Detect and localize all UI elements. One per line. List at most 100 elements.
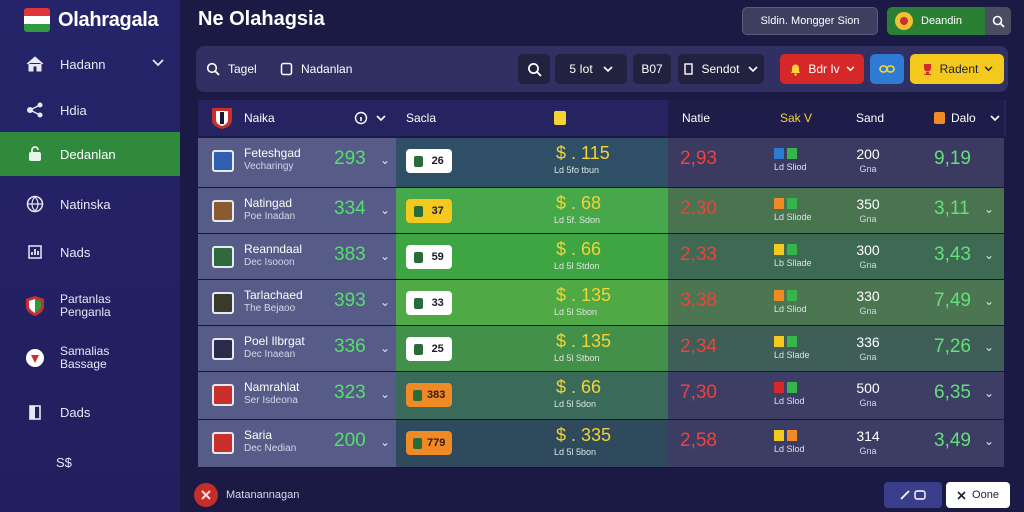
team-crest-icon [212, 292, 234, 314]
search-icon[interactable] [985, 7, 1011, 35]
chevron-down-icon [984, 66, 993, 72]
team-text: Tarlachaed The Bejaoo [244, 289, 303, 315]
chevron-down-icon[interactable]: ⌄ [984, 248, 994, 262]
sidebar-item-label-2: Bassage [60, 357, 107, 371]
table-row[interactable]: Natingad Poe Inadan 334 ⌄ 37 $ . 68 Ld 5f. Sdo… [198, 188, 1004, 234]
footer-toggle-button[interactable] [884, 482, 942, 508]
header-col2[interactable]: Sacla [406, 100, 436, 136]
table-row[interactable]: Feteshgad Vecharingy 293 ⌄ 26 $ . 115 Ld 5fo t… [198, 138, 1004, 188]
footer-done-button[interactable]: Oone [946, 482, 1010, 508]
money-amount: $ . 115 [556, 143, 610, 163]
sidebar-item-4[interactable]: Nads [0, 230, 180, 274]
odds-value: 2,58 [680, 430, 717, 451]
user-button[interactable]: Sldin. Mongger Sion [742, 7, 878, 35]
header-info[interactable] [354, 100, 386, 136]
footer-done-label: Oone [972, 489, 999, 501]
sidebar-item-label: Dedanlan [60, 146, 116, 162]
mini-icons-sub: Ld Slade [774, 350, 810, 360]
nadanlan-label: Nadanlan [301, 62, 353, 76]
chevron-down-icon [747, 65, 758, 72]
money-sub: Ld 5fo tbun [554, 165, 600, 175]
chevron-down-icon[interactable]: ⌄ [380, 249, 390, 263]
team-name: Namrahlat [244, 380, 300, 394]
chevron-down-icon[interactable]: ⌄ [380, 435, 390, 449]
mini-icon [787, 244, 797, 256]
table-row[interactable]: Namrahlat Ser Isdeona 323 ⌄ 383 $ . 66 Ld 5l 5… [198, 372, 1004, 420]
chip[interactable]: 26 [406, 149, 452, 173]
chip[interactable]: 33 [406, 291, 452, 315]
app-title: Olahragala [58, 8, 159, 31]
chevron-down-icon[interactable]: ⌄ [380, 387, 390, 401]
money-block: $ . 115 Ld 5fo tbun [554, 143, 610, 179]
header-col6[interactable]: Sand [856, 100, 884, 136]
stat-number: 314 [856, 428, 880, 444]
table-row[interactable]: Tarlachaed The Bejaoo 393 ⌄ 33 $ . 135 Ld 5l S… [198, 280, 1004, 326]
band-cell: 26 $ . 115 Ld 5fo tbun [396, 138, 668, 187]
nadanlan-filter[interactable]: Nadanlan [280, 54, 352, 84]
tool-icon [900, 490, 910, 500]
brand: Olahragala [24, 8, 159, 32]
table-row[interactable]: Poel Ilbrgat Dec Inaean 336 ⌄ 25 $ . 135 Ld 5l… [198, 326, 1004, 372]
tagel-label: Tagel [228, 62, 257, 76]
team-cell: Feteshgad Vecharingy 293 ⌄ [198, 138, 396, 187]
sidebar-item-label: Nads [60, 244, 91, 260]
mini-icon [787, 430, 797, 442]
sidebar-item-8[interactable]: S$ [0, 440, 180, 484]
chip[interactable]: 59 [406, 245, 452, 269]
chevron-down-icon[interactable]: ⌄ [380, 295, 390, 309]
chip[interactable]: 25 [406, 337, 452, 361]
sidebar-item-6[interactable]: Samalias Bassage [0, 336, 180, 380]
chevron-down-icon[interactable]: ⌄ [380, 341, 390, 355]
chevron-down-icon[interactable]: ⌄ [380, 203, 390, 217]
mini-icon [787, 290, 797, 302]
band-cell: 383 $ . 66 Ld 5l 5don [396, 372, 668, 419]
team-number: 336 [334, 336, 366, 357]
chip[interactable]: 383 [406, 383, 452, 407]
header-team[interactable]: Naika [210, 100, 275, 136]
header-col4[interactable]: Natie [682, 100, 710, 136]
chevron-down-icon[interactable]: ⌄ [984, 386, 994, 400]
team-text: Saria Dec Nedian [244, 429, 296, 455]
team-sub: The Bejaoo [244, 303, 296, 314]
team-crest-icon [212, 338, 234, 360]
sidebar-item-2[interactable]: Dedanlan [0, 132, 180, 176]
header-coin[interactable] [554, 100, 566, 136]
mini-icon [787, 336, 797, 348]
mini-icon [774, 336, 784, 348]
sidebar-item-3[interactable]: Natinska [0, 182, 180, 226]
team-text: Feteshgad Vecharingy [244, 147, 301, 173]
header-col5[interactable]: Sak V [780, 100, 812, 136]
table-row[interactable]: Reanndaal Dec Isooon 383 ⌄ 59 $ . 66 Ld 5l Std… [198, 234, 1004, 280]
chip[interactable]: 37 [406, 199, 452, 223]
account-button[interactable]: Deandin [887, 7, 1011, 35]
mini-icon [774, 148, 784, 160]
code-button[interactable]: B07 [633, 54, 671, 84]
sendot-select[interactable]: Sendot [678, 54, 764, 84]
chevron-down-icon[interactable]: ⌄ [984, 202, 994, 216]
chevron-down-icon[interactable]: ⌄ [984, 340, 994, 354]
list-icon [684, 63, 694, 75]
stat-block: 330 Gna [854, 289, 882, 319]
team-number: 334 [334, 198, 366, 219]
sidebar-item-1[interactable]: Hdia [0, 88, 180, 132]
chevron-down-icon[interactable]: ⌄ [380, 153, 390, 167]
score-value: 7,49 [934, 290, 971, 311]
yellow-action-button[interactable]: Radent [910, 54, 1004, 84]
money-sub: Ld 5l 5don [554, 399, 597, 409]
search-button[interactable] [518, 54, 550, 84]
chevron-down-icon [152, 55, 164, 70]
range-select[interactable]: 5 Iot [555, 54, 627, 84]
sidebar-item-label: Hadann [60, 56, 106, 72]
header-col7[interactable]: Dalo [934, 100, 1000, 136]
mini-icons: Ld Sliode [774, 196, 812, 224]
sidebar-item-0[interactable]: Hadann [0, 42, 180, 86]
table-row[interactable]: Saria Dec Nedian 200 ⌄ 779 $ . 335 Ld 5l 5bon 2… [198, 420, 1004, 468]
link-button[interactable] [870, 54, 904, 84]
chevron-down-icon[interactable]: ⌄ [984, 434, 994, 448]
tagel-filter[interactable]: Tagel [206, 54, 257, 84]
red-action-button[interactable]: Bdr Iv [780, 54, 864, 84]
chevron-down-icon[interactable]: ⌄ [984, 294, 994, 308]
sidebar-item-5[interactable]: Partanlas Penganla [0, 284, 180, 328]
chip[interactable]: 779 [406, 431, 452, 455]
sidebar-item-7[interactable]: Dads [0, 390, 180, 434]
